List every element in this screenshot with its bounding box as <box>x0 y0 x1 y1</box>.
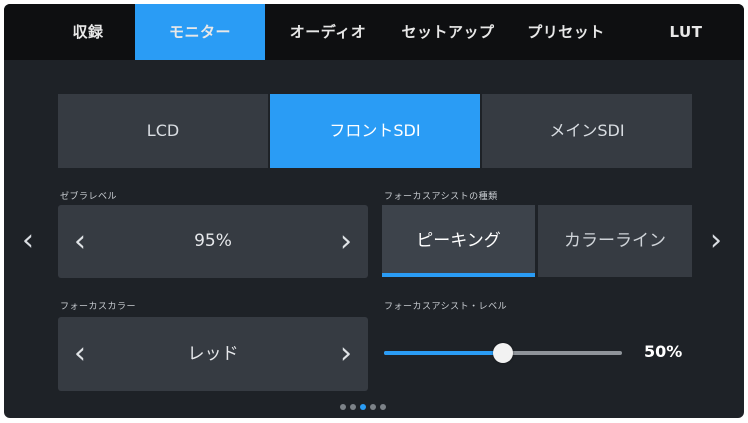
zebra-level-value: 95% <box>194 231 232 251</box>
focus-assist-level-value: 50% <box>644 342 683 361</box>
focus-assist-type-selector: ピーキング カラーライン <box>382 205 692 277</box>
tab-setup[interactable]: セットアップ <box>386 4 510 60</box>
tab-record[interactable]: 収録 <box>48 4 128 60</box>
focus-assist-level-label: フォーカスアシスト・レベル <box>384 302 508 312</box>
page-dot <box>380 404 386 410</box>
focus-color-value: レッド <box>187 344 239 364</box>
focus-color-label: フォーカスカラー <box>60 302 137 312</box>
zebra-increase-chevron-right-icon[interactable]: › <box>340 226 352 257</box>
page-dot <box>360 404 366 410</box>
output-option-lcd[interactable]: LCD <box>58 94 268 168</box>
focus-assist-option-peaking[interactable]: ピーキング <box>382 205 535 277</box>
zebra-level-control: ‹ 95% › <box>58 205 368 278</box>
focus-assist-level-slider[interactable] <box>384 343 622 363</box>
page-dot <box>350 404 356 410</box>
focus-assist-option-color-lines[interactable]: カラーライン <box>538 205 692 277</box>
tab-audio[interactable]: オーディオ <box>272 4 384 60</box>
chevron-right-icon[interactable]: › <box>710 226 722 256</box>
tab-bar: 収録 モニター オーディオ セットアップ プリセット LUT <box>4 4 744 60</box>
tab-presets[interactable]: プリセット <box>512 4 620 60</box>
output-option-main-sdi[interactable]: メインSDI <box>482 94 692 168</box>
monitor-settings-screen: 収録 モニター オーディオ セットアップ プリセット LUT LCD フロントS… <box>4 4 744 418</box>
page-dot <box>370 404 376 410</box>
tab-lut[interactable]: LUT <box>654 4 718 60</box>
focus-color-next-chevron-right-icon[interactable]: › <box>340 339 352 369</box>
focus-assist-type-label: フォーカスアシストの種類 <box>384 192 498 202</box>
page-dot <box>340 404 346 410</box>
zebra-level-label: ゼブラレベル <box>60 192 118 202</box>
chevron-left-icon[interactable]: ‹ <box>22 226 34 256</box>
page-indicator <box>340 404 410 410</box>
slider-fill <box>384 351 503 355</box>
output-option-front-sdi[interactable]: フロントSDI <box>270 94 480 168</box>
focus-color-control: ‹ レッド › <box>58 317 368 391</box>
slider-knob[interactable] <box>493 343 513 363</box>
tab-monitor[interactable]: モニター <box>135 4 265 60</box>
